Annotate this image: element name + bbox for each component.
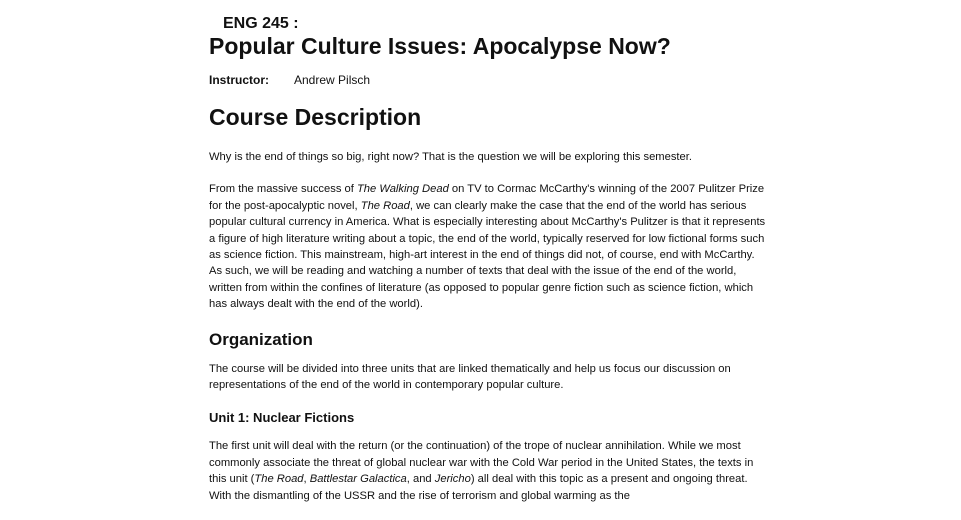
text-span: , and (406, 473, 435, 486)
course-description-paragraph: From the massive success of The Walking … (209, 181, 769, 312)
course-title: Popular Culture Issues: Apocalypse Now? (209, 33, 671, 59)
battlestar-galactica-title: Battlestar Galactica (309, 473, 407, 486)
text-span: , we can clearly make the case that the … (209, 199, 766, 311)
instructor-label: Instructor: (209, 73, 269, 87)
page: ENG 245 : Popular Culture Issues: Apocal… (0, 0, 961, 502)
text-span: From the massive success of (209, 183, 357, 196)
organization-intro: The course will be divided into three un… (209, 362, 731, 392)
unit-1-heading: Unit 1: Nuclear Fictions (209, 410, 355, 426)
course-description-intro: Why is the end of things so big, right n… (209, 151, 692, 163)
walking-dead-title: The Walking Dead (356, 183, 449, 196)
main-content: Course Description Why is the end of thi… (209, 102, 769, 520)
course-description-heading: Course Description (209, 104, 422, 130)
unit-1-paragraph: The first unit will deal with the return… (209, 438, 769, 504)
course-code: ENG 245 : (223, 15, 299, 32)
organization-heading: Organization (209, 329, 313, 349)
instructor-row: Instructor: Andrew Pilsch (209, 73, 370, 88)
the-road-title: The Road (360, 199, 410, 212)
the-road-title: The Road (254, 473, 304, 486)
jericho-title: Jericho (434, 473, 471, 486)
instructor-name: Andrew Pilsch (294, 73, 371, 87)
